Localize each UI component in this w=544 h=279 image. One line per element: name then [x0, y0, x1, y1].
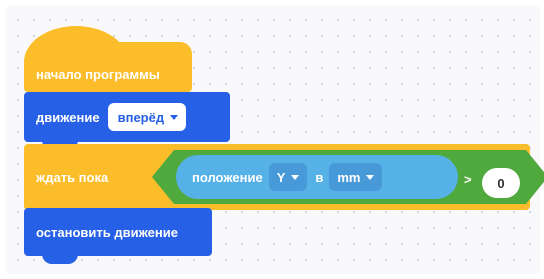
unit-value: mm [337, 169, 361, 185]
stop-moving-block[interactable]: остановить движение [24, 208, 212, 264]
direction-value: вперёд [117, 109, 165, 125]
axis-dropdown[interactable]: Y [268, 163, 308, 191]
chevron-down-icon [170, 114, 179, 120]
position-label: положение [192, 169, 263, 185]
in-label: в [315, 169, 324, 185]
wait-until-label: ждать пока [36, 169, 109, 185]
stop-moving-label: остановить движение [36, 224, 178, 240]
chevron-down-icon [291, 174, 300, 180]
move-block[interactable]: движение вперёд [24, 92, 230, 150]
position-reporter-block[interactable]: положение Y в mm [176, 155, 458, 199]
wait-until-block[interactable]: ждать пока > 0 положение Y в mm [24, 144, 530, 218]
axis-value: Y [276, 169, 286, 185]
unit-dropdown[interactable]: mm [329, 163, 383, 191]
compare-value-input[interactable]: 0 [482, 168, 520, 198]
move-label: движение [36, 109, 100, 125]
block-connector [42, 254, 78, 264]
chevron-down-icon [366, 174, 375, 180]
operator-symbol: > [464, 172, 472, 187]
when-program-starts-label: начало программы [36, 66, 160, 82]
when-program-starts-block[interactable]: начало программы [24, 26, 192, 100]
direction-dropdown[interactable]: вперёд [107, 103, 187, 131]
